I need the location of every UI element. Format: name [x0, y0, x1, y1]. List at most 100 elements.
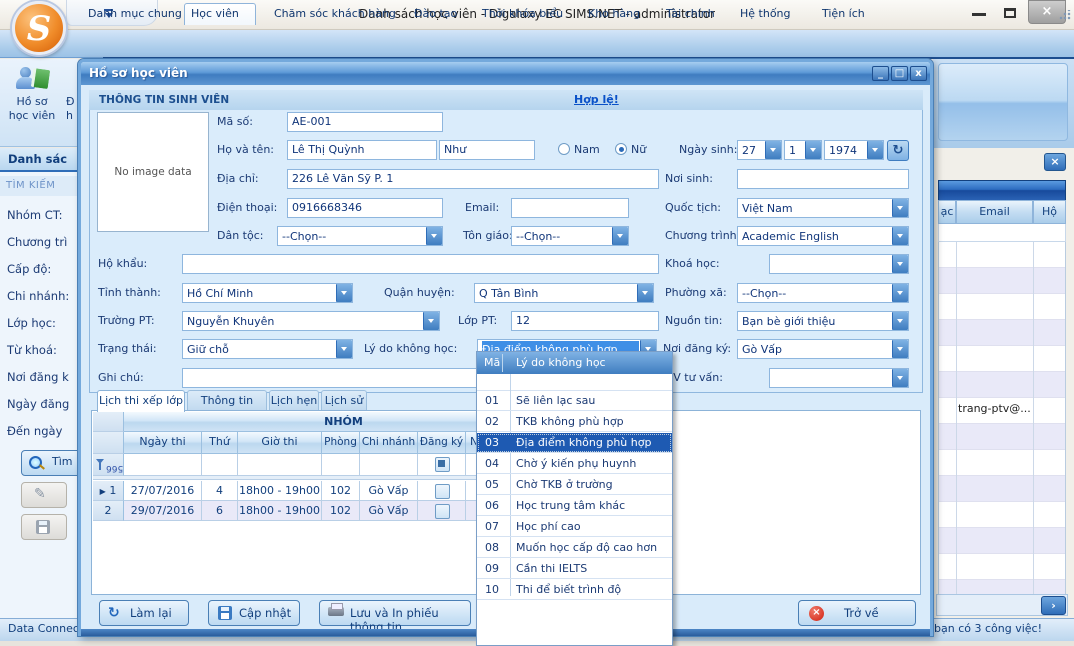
col-ngay-thi[interactable]: Ngày thi — [124, 432, 202, 454]
col-thu[interactable]: Thứ — [202, 432, 238, 454]
birth-day-select[interactable]: 27 — [737, 140, 782, 160]
dropdown-row[interactable]: 04Chờ ý kiến phụ huynh — [477, 454, 672, 474]
chevron-down-icon[interactable] — [892, 340, 908, 358]
chevron-down-icon[interactable] — [892, 312, 908, 330]
resize-grip[interactable] — [1059, 10, 1071, 20]
first-name-input[interactable]: Như — [439, 140, 535, 160]
filter-cell-dang-ky[interactable] — [418, 454, 466, 476]
ma-so-input[interactable]: AE-001 — [287, 112, 443, 132]
toolbar-partial-label[interactable]: Đ — [66, 95, 75, 108]
lop-pt-input[interactable]: 12 — [511, 311, 659, 331]
bg-grid-email-cell[interactable]: trang-ptv@... — [958, 402, 1034, 415]
col-dang-ky[interactable]: Đăng ký — [418, 432, 466, 454]
dropdown-row[interactable]: 07Học phí cao — [477, 517, 672, 537]
student-profile-icon[interactable] — [14, 65, 48, 91]
dropdown-row[interactable]: 10Thi để biết trình độ — [477, 580, 672, 600]
dropdown-row-selected[interactable]: 03Địa điểm không phù hợp — [477, 433, 672, 453]
toolbar-profile-label[interactable]: học viên — [0, 109, 64, 122]
filter-cell[interactable] — [360, 454, 418, 476]
cell-ngay-thi[interactable]: 29/07/2016 — [124, 501, 202, 521]
dien-thoai-input[interactable]: 0916668346 — [287, 198, 443, 218]
trang-thai-select[interactable]: Giữ chỗ — [182, 339, 353, 359]
noi-sinh-input[interactable] — [737, 169, 909, 189]
dropdown-row[interactable]: 05Chờ TKB ở trường — [477, 475, 672, 495]
filter-row-indicator[interactable]: 566 — [93, 454, 124, 476]
filter-cell[interactable] — [124, 454, 202, 476]
cap-nhat-button[interactable]: Cập nhật — [208, 600, 300, 626]
truong-pt-select[interactable]: Nguyễn Khuyên — [182, 311, 440, 331]
minimize-button[interactable] — [972, 12, 986, 16]
dropdown-row[interactable]: 09Cần thi IELTS — [477, 559, 672, 579]
filter-checkbox[interactable] — [435, 457, 450, 472]
chevron-down-icon[interactable] — [423, 312, 439, 330]
bg-column-header[interactable]: ạc — [938, 200, 956, 224]
col-phong[interactable]: Phòng — [322, 432, 360, 454]
filter-cell[interactable] — [322, 454, 360, 476]
radio-nam[interactable] — [558, 143, 570, 155]
quoc-tich-select[interactable]: Việt Nam — [737, 198, 909, 218]
col-gio-thi[interactable]: Giờ thi — [238, 432, 322, 454]
panel-close-icon[interactable]: × — [1044, 153, 1066, 171]
scroll-right-arrow-icon[interactable]: › — [1041, 596, 1066, 615]
menu-tai-chinh[interactable]: Tài chính — [660, 3, 721, 25]
nguon-tin-select[interactable]: Bạn bè giới thiệu — [737, 311, 909, 331]
cell-ngay-thi[interactable]: 27/07/2016 — [124, 481, 202, 501]
menu-he-thong[interactable]: Hệ thống — [734, 3, 797, 25]
lam-lai-button[interactable]: ↻ Làm lại — [99, 600, 189, 626]
cell-thu[interactable]: 4 — [202, 481, 238, 501]
quan-huyen-select[interactable]: Q Tân Bình — [474, 283, 654, 303]
ton-giao-select[interactable]: --Chọn-- — [511, 226, 629, 246]
dropdown-row[interactable]: 01Sẽ liên lạc sau — [477, 391, 672, 411]
bg-column-header-email[interactable]: Email — [956, 200, 1033, 224]
cell-phong[interactable]: 102 — [322, 481, 360, 501]
bg-column-header[interactable]: Hộ kh — [1033, 200, 1066, 224]
cell-chi-nhanh[interactable]: Gò Vấp — [360, 481, 418, 501]
chuong-trinh-select[interactable]: Academic English — [737, 226, 909, 246]
menu-tien-ich[interactable]: Tiện ích — [816, 3, 871, 25]
tinh-thanh-select[interactable]: Hồ Chí Minh — [182, 283, 353, 303]
tab-lich-su[interactable]: Lịch sử — [321, 390, 367, 411]
tab-lich-hen[interactable]: Lịch hẹn — [269, 390, 319, 411]
bg-grid-rows[interactable] — [938, 242, 1066, 594]
cell-gio-thi[interactable]: 18h00 - 19h00 — [238, 481, 322, 501]
chevron-down-icon[interactable] — [892, 255, 908, 273]
menu-cham-soc-khach-hang[interactable]: Chăm sóc khách hàng — [268, 3, 402, 25]
dropdown-row[interactable]: 08Muốn học cấp độ cao hơn — [477, 538, 672, 558]
chevron-down-icon[interactable] — [336, 340, 352, 358]
dia-chi-input[interactable]: 226 Lê Văn Sỹ P. 1 — [287, 169, 659, 189]
sidebar-tab-danh-sach[interactable]: Danh sác — [0, 148, 78, 172]
chevron-down-icon[interactable] — [426, 227, 442, 245]
filter-cell[interactable] — [202, 454, 238, 476]
menu-kho-hang[interactable]: Kho hàng — [582, 3, 646, 25]
chevron-down-icon[interactable] — [892, 369, 908, 387]
save-button[interactable] — [21, 514, 67, 540]
row-indicator[interactable]: 2 — [93, 501, 124, 521]
filter-cell[interactable] — [238, 454, 322, 476]
cell-gio-thi[interactable]: 18h00 - 19h00 — [238, 501, 322, 521]
cell-chi-nhanh[interactable]: Gò Vấp — [360, 501, 418, 521]
dialog-maximize-icon[interactable]: □ — [891, 66, 908, 81]
row-indicator[interactable]: ▶ 1 — [93, 481, 124, 501]
dropdown-empty-row[interactable] — [477, 374, 672, 391]
dropdown-row[interactable]: 06Học trung tâm khác — [477, 496, 672, 516]
dialog-close-icon[interactable]: x — [910, 66, 927, 81]
edit-button[interactable]: ✎ — [21, 482, 67, 508]
cell-phong[interactable]: 102 — [322, 501, 360, 521]
menu-hoc-vien[interactable]: Học viên — [184, 3, 256, 25]
dang-ky-checkbox[interactable] — [435, 504, 450, 519]
email-input[interactable] — [511, 198, 629, 218]
tro-ve-button[interactable]: × Trở về — [798, 600, 916, 626]
tab-lich-thi-xep-lop[interactable]: Lịch thi xếp lớp — [97, 390, 185, 412]
luu-va-in-button[interactable]: Lưu và In phiếu thông tin — [319, 600, 471, 626]
chevron-down-icon[interactable] — [892, 199, 908, 217]
valid-link[interactable]: Hợp lệ! — [574, 93, 619, 106]
chevron-down-icon[interactable] — [892, 284, 908, 302]
birth-month-select[interactable]: 1 — [784, 140, 822, 160]
dropdown-col-reason[interactable]: Lý do không học — [516, 352, 606, 373]
menu-danh-muc-chung[interactable]: Danh mục chung — [82, 3, 188, 25]
radio-nu[interactable] — [615, 143, 627, 155]
toolbar-partial-label[interactable]: h — [66, 109, 73, 122]
maximize-button[interactable] — [1004, 8, 1016, 18]
birth-year-select[interactable]: 1974 — [824, 140, 884, 160]
cell-thu[interactable]: 6 — [202, 501, 238, 521]
